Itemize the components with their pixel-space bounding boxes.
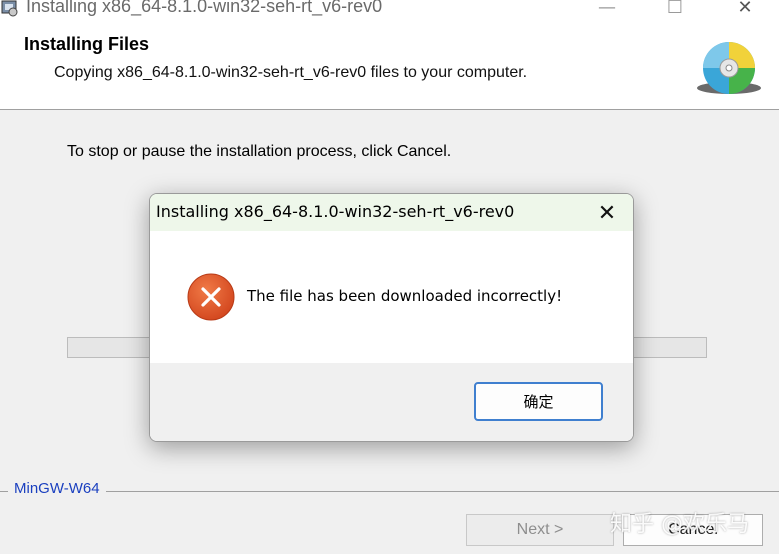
cancel-button[interactable]: Cancel: [623, 514, 763, 546]
header-panel: Installing Files Copying x86_64-8.1.0-wi…: [0, 22, 779, 110]
ok-button[interactable]: 确定: [474, 382, 603, 421]
close-icon[interactable]: ✕: [589, 197, 625, 229]
dialog-titlebar: Installing x86_64-8.1.0-win32-seh-rt_v6-…: [150, 194, 633, 231]
maximize-button[interactable]: ☐: [652, 0, 698, 22]
window-title: Installing x86_64-8.1.0-win32-seh-rt_v6-…: [26, 0, 383, 16]
error-dialog: Installing x86_64-8.1.0-win32-seh-rt_v6-…: [149, 193, 634, 442]
installer-app-icon: [1, 0, 18, 17]
error-icon: [187, 273, 235, 321]
window-titlebar: Installing x86_64-8.1.0-win32-seh-rt_v6-…: [0, 0, 779, 22]
dialog-message: The file has been downloaded incorrectly…: [247, 287, 563, 305]
instruction-text: To stop or pause the installation proces…: [67, 143, 452, 160]
dialog-content: The file has been downloaded incorrectly…: [150, 231, 633, 363]
brand-label: MinGW-W64: [8, 480, 106, 497]
page-title: Installing Files: [24, 34, 150, 54]
cd-disc-icon: [697, 42, 761, 94]
dialog-footer: 确定: [150, 363, 633, 441]
next-button[interactable]: Next >: [466, 514, 614, 546]
page-subtitle: Copying x86_64-8.1.0-win32-seh-rt_v6-rev…: [54, 64, 528, 81]
window-close-button[interactable]: ✕: [722, 0, 768, 22]
footer-divider: [0, 491, 779, 492]
dialog-title: Installing x86_64-8.1.0-win32-seh-rt_v6-…: [156, 202, 515, 221]
minimize-button[interactable]: —: [584, 0, 630, 22]
